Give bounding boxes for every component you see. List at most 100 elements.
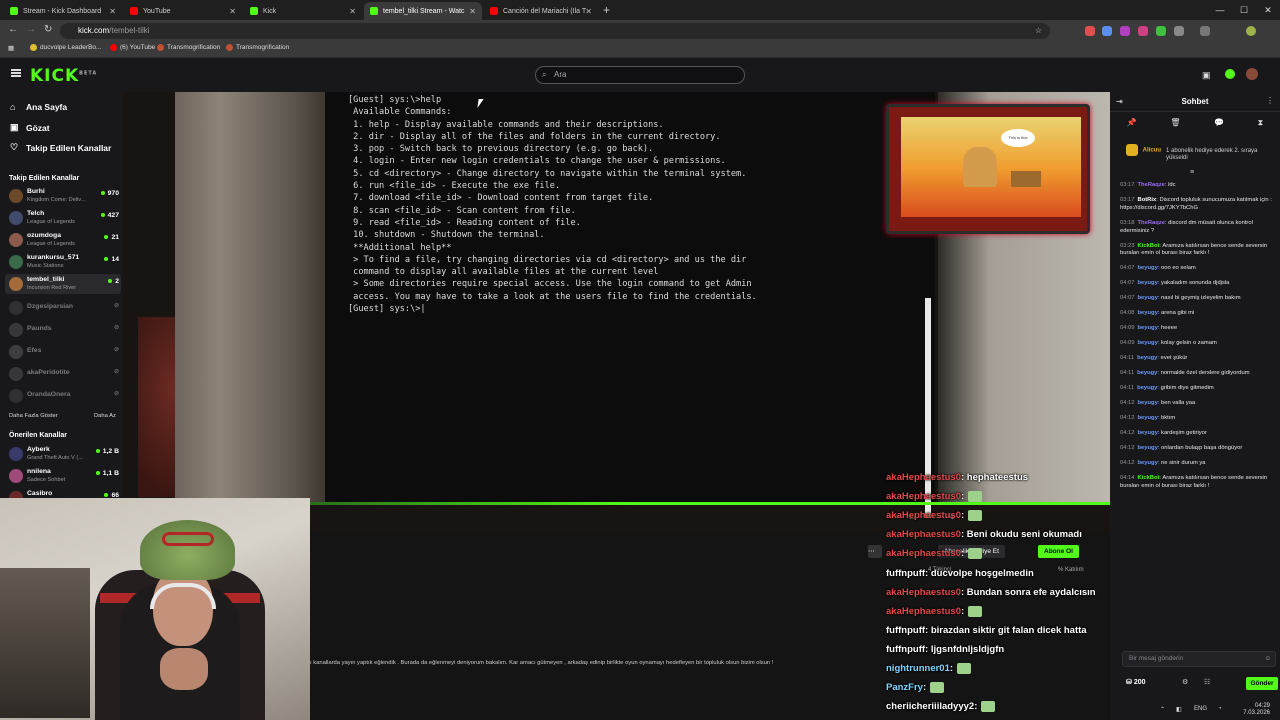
bookmark-item[interactable]: (6) YouTube — [110, 44, 155, 51]
sidebar-channel-tembel-tilki[interactable]: tembel_tilki Incursion Red River 2 — [5, 274, 121, 294]
url-field[interactable]: kick.com/tembel-tilki ☆ — [60, 23, 1050, 39]
chat-username[interactable]: KickBot — [1138, 243, 1160, 249]
emoji-icon[interactable]: ☺ — [1264, 652, 1271, 666]
chat-username[interactable]: beyugy — [1138, 415, 1158, 421]
close-tab-icon[interactable]: ✕ — [469, 7, 476, 16]
chat-users-icon[interactable]: ☷ — [1204, 678, 1210, 686]
reload-icon[interactable]: ↻ — [44, 24, 52, 35]
sidebar-channel-offline[interactable]: Efes ⊘ — [9, 342, 121, 362]
maximize-icon[interactable]: ☐ — [1232, 0, 1256, 20]
chat-filter-icon[interactable]: ≡ — [1190, 169, 1194, 176]
tab-kick-dashboard[interactable]: Stream - Kick Dashboard ✕ — [4, 2, 122, 20]
menu-icon[interactable] — [11, 69, 21, 77]
language-indicator[interactable]: ENG — [1194, 706, 1207, 712]
chat-username[interactable]: beyugy — [1138, 430, 1158, 436]
chat-settings-icon[interactable]: ⚙ — [1182, 678, 1188, 686]
sidebar-channel-offline[interactable]: Paunds ⊘ — [9, 320, 121, 340]
chat-message[interactable]: 04:14 KickBot: Aramıza katılırsan bence s… — [1120, 475, 1278, 491]
sidebar-channel-telch[interactable]: Telch League of Legends 427 — [9, 208, 121, 228]
bookmark-item[interactable]: Transmogrification — [226, 44, 289, 51]
chat-message[interactable]: 04:09 beyugy: kolay gelsin o zamam — [1120, 340, 1278, 348]
kick-points-icon[interactable] — [1225, 69, 1235, 79]
chat-username[interactable]: beyugy — [1138, 340, 1158, 346]
user-avatar[interactable] — [1246, 68, 1258, 80]
chat-username[interactable]: beyugy — [1137, 355, 1157, 361]
search-input[interactable]: ⌕ Ara — [535, 66, 745, 84]
chat-username[interactable]: BotRix — [1138, 197, 1157, 203]
sidebar-channel-offline[interactable]: akaPeridotite ⊘ — [9, 364, 121, 384]
network-icon[interactable]: ◧ — [1176, 706, 1182, 713]
back-icon[interactable]: ← — [8, 24, 18, 35]
sidebar-channel-ozumdoga[interactable]: ozumdoga League of Legends 21 — [9, 230, 121, 250]
chat-message[interactable]: 04:09 beyugy: heeee — [1120, 325, 1278, 333]
close-tab-icon[interactable]: ✕ — [585, 7, 592, 16]
chat-message[interactable]: 04:11 beyugy: gribim diye gitmedim — [1120, 385, 1278, 393]
bookmark-star-icon[interactable]: ☆ — [1035, 23, 1042, 39]
trash-icon[interactable]: 🗑 — [1170, 118, 1180, 132]
downloads-icon[interactable] — [1200, 26, 1210, 36]
chat-username[interactable]: beyugy — [1138, 460, 1158, 466]
chat-message[interactable]: 03:18 TheRaqze: discord dm müsait olunca … — [1120, 220, 1278, 236]
kick-logo[interactable]: KICKBETA — [30, 66, 97, 86]
stream-video[interactable]: [Guest] sys:\>help Available Commands: 1… — [123, 92, 1110, 532]
wifi-icon[interactable]: ◔ — [1218, 706, 1222, 712]
extension-icon[interactable] — [1085, 26, 1095, 36]
chat-username[interactable]: beyugy — [1138, 280, 1158, 286]
sidebar-channel-kurankursu[interactable]: kurankursu_571 Music Stations 14 — [9, 252, 121, 272]
extension-icon[interactable] — [1102, 26, 1112, 36]
chat-message[interactable]: 04:12 beyugy: kardeşim getiriyor — [1120, 430, 1278, 438]
close-window-icon[interactable]: ✕ — [1256, 0, 1280, 20]
chat-username[interactable]: beyugy — [1138, 325, 1158, 331]
profile-avatar[interactable] — [1246, 26, 1256, 36]
chat-username[interactable]: TheRaqze — [1138, 220, 1165, 226]
bookmark-item[interactable]: ducvolpe LeaderBo... — [30, 44, 101, 51]
extension-icon[interactable] — [1138, 26, 1148, 36]
more-icon[interactable]: ⋯ — [868, 545, 882, 558]
apps-grid-icon[interactable]: ▦ — [8, 44, 14, 52]
chat-message[interactable]: 04:12 beyugy: bktım — [1120, 415, 1278, 423]
extension-icon[interactable] — [1120, 26, 1130, 36]
extension-icon[interactable] — [1156, 26, 1166, 36]
tab-kick[interactable]: Kick ✕ — [244, 2, 362, 20]
pin-icon[interactable]: 📌 — [1127, 118, 1137, 132]
chat-message[interactable]: 03:17 TheRaqze: ldc — [1120, 182, 1278, 190]
chat-username[interactable]: KickBot — [1138, 475, 1160, 481]
chat-message[interactable]: 04:08 beyugy: arena gibi mi — [1120, 310, 1278, 318]
sidebar-channel-offline[interactable]: OrandaOnera ⊘ — [9, 386, 121, 406]
show-less-link[interactable]: Daha Az — [94, 413, 116, 419]
extensions-puzzle-icon[interactable] — [1174, 26, 1184, 36]
chat-message[interactable]: 04:07 beyugy: yakaladım sonunda djdjsla — [1120, 280, 1278, 288]
chat-message[interactable]: 03:23 KickBot: Aramıza katılırsan bence s… — [1120, 243, 1278, 259]
chat-message-input[interactable]: Bir mesaj gönderin ☺ — [1122, 651, 1276, 667]
close-tab-icon[interactable]: ✕ — [349, 7, 356, 16]
chat-message[interactable]: 04:12 beyugy: ben valla yaa — [1120, 400, 1278, 408]
chat-username[interactable]: TheRaqze — [1138, 182, 1165, 188]
chat-username[interactable]: beyugy — [1138, 445, 1158, 451]
nav-browse[interactable]: ▣ Gözat — [10, 122, 50, 133]
chat-message[interactable]: 04:12 beyugy: ne sinir durum ya — [1120, 460, 1278, 468]
subscribe-button[interactable]: Abone Ol — [1038, 545, 1079, 558]
chat-bubble-icon[interactable]: 💬 — [1214, 118, 1224, 132]
forward-icon[interactable]: → — [26, 24, 36, 35]
sidebar-channel-ayberk[interactable]: Ayberk Grand Theft Auto V (... 1,2 B — [9, 444, 121, 464]
chat-username[interactable]: beyugy — [1138, 295, 1158, 301]
show-more-link[interactable]: Daha Fazla Göster — [9, 413, 58, 419]
chat-message[interactable]: 03:17 BotRix: Discord topluluk sunucumuza… — [1120, 197, 1278, 213]
sidebar-channel-burhi[interactable]: Burhi Kingdom Come: Deliv... 970 — [9, 186, 121, 206]
chat-message[interactable]: 04:07 beyugy: nasıl bi geymiş izleyelim b… — [1120, 295, 1278, 303]
chat-username[interactable]: beyugy — [1137, 370, 1157, 376]
nav-home[interactable]: ⌂ Ana Sayfa — [10, 102, 67, 112]
chat-username[interactable]: beyugy — [1138, 265, 1158, 271]
chat-username[interactable]: beyugy — [1137, 385, 1157, 391]
tab-cancion-del-mariachi[interactable]: Canción del Mariachi (Ila T ✕ — [484, 2, 598, 20]
send-button[interactable]: Gönder — [1246, 677, 1278, 690]
sidebar-channel-nnilena[interactable]: nnilena Sadece Sohbet 1,1 B — [9, 466, 121, 486]
bookmark-item[interactable]: Transmogrification — [157, 44, 220, 51]
tray-clock[interactable]: 04:29 7.03.2026 — [1243, 703, 1270, 717]
chat-username[interactable]: beyugy — [1138, 400, 1158, 406]
new-tab-button[interactable]: + — [603, 3, 610, 17]
browse-icon[interactable]: ▣ — [1202, 70, 1211, 81]
chat-message[interactable]: 04:07 beyugy: ooo eo selam — [1120, 265, 1278, 273]
chat-message[interactable]: 04:11 beyugy: evet şükür — [1120, 355, 1278, 363]
tab-tembel-tilki-stream[interactable]: tembel_tilki Stream - Watc ✕ — [364, 2, 482, 20]
